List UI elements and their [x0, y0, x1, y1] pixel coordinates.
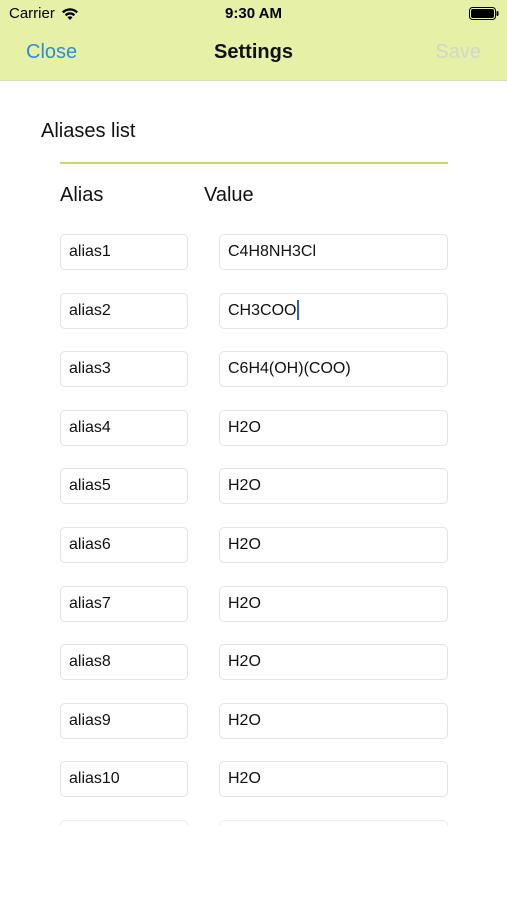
alias-input[interactable]: alias2	[60, 292, 188, 329]
save-button[interactable]: Save	[435, 41, 481, 64]
alias-row: alias6 H2O	[0, 526, 507, 586]
alias-column-header: Alias	[60, 184, 104, 206]
alias-row: alias8 H2O	[0, 644, 507, 703]
top-bar: Carrier 9:30 AM Close Settings Save	[0, 0, 507, 81]
alias-row: alias9 H2O	[0, 702, 507, 762]
status-bar: Carrier 9:30 AM	[0, 0, 507, 28]
value-input[interactable]: C6H4(OH)(COO)	[219, 351, 448, 388]
section-divider	[60, 162, 448, 164]
navigation-bar: Close Settings Save	[0, 28, 507, 80]
settings-screen: Carrier 9:30 AM Close Settings Save Alia…	[0, 0, 507, 900]
section-title: Aliases list	[41, 120, 136, 142]
alias-row: alias7 H2O	[0, 585, 507, 645]
alias-input[interactable]: alias10	[60, 761, 188, 798]
text-cursor	[297, 300, 300, 321]
battery-icon	[469, 7, 499, 20]
value-input[interactable]: H2O	[219, 409, 448, 446]
alias-input[interactable]: alias3	[60, 351, 188, 388]
value-input[interactable]: H2O	[219, 468, 448, 505]
alias-row: alias5 H2O	[0, 468, 507, 527]
alias-row: alias2 CH3COO	[0, 292, 507, 352]
value-input-partial[interactable]	[219, 820, 448, 826]
value-input[interactable]: C4H8NH3Cl	[219, 234, 448, 270]
value-input[interactable]: H2O	[219, 644, 448, 681]
alias-row: alias3 C6H4(OH)(COO)	[0, 351, 507, 410]
alias-input-partial[interactable]	[60, 820, 188, 826]
value-input[interactable]: H2O	[219, 526, 448, 563]
alias-input[interactable]: alias8	[60, 644, 188, 681]
page-title: Settings	[214, 41, 293, 63]
alias-row: alias10 H2O	[0, 761, 507, 820]
alias-row: alias4 H2O	[0, 409, 507, 469]
value-column-header: Value	[204, 184, 254, 206]
aliases-list: alias1 C4H8NH3Cl alias2 CH3COO alias3 C6…	[0, 234, 507, 820]
alias-input[interactable]: alias1	[60, 234, 188, 270]
value-input-focused[interactable]: CH3COO	[219, 292, 448, 329]
value-text: CH3COO	[228, 301, 297, 319]
alias-input[interactable]: alias9	[60, 702, 188, 739]
value-input[interactable]: H2O	[219, 761, 448, 798]
status-time: 9:30 AM	[225, 5, 282, 22]
partially-visible-row	[0, 820, 507, 826]
alias-input[interactable]: alias5	[60, 468, 188, 505]
value-input[interactable]: H2O	[219, 585, 448, 622]
alias-row: alias1 C4H8NH3Cl	[0, 234, 507, 293]
alias-input[interactable]: alias4	[60, 409, 188, 446]
alias-input[interactable]: alias6	[60, 526, 188, 563]
alias-input[interactable]: alias7	[60, 585, 188, 622]
value-input[interactable]: H2O	[219, 702, 448, 739]
